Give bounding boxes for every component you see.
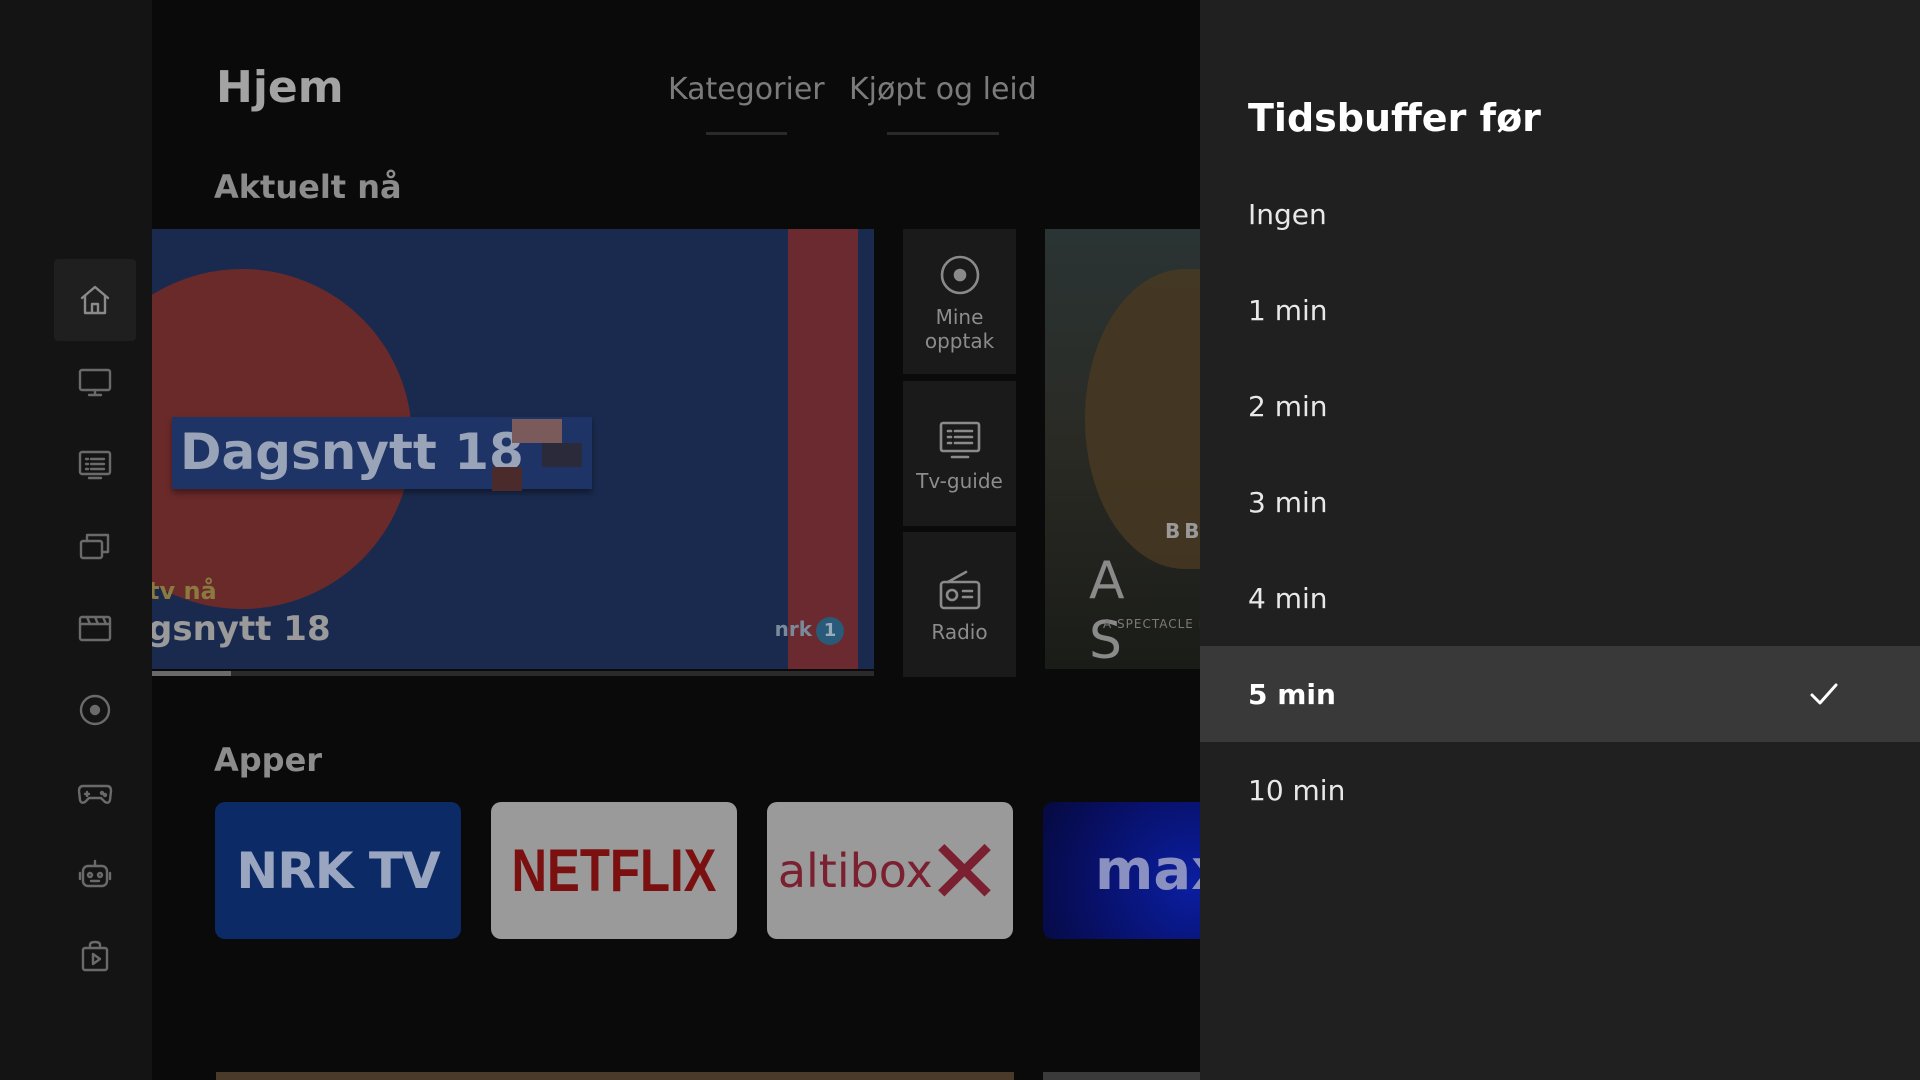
app-logo-text: NETFLIX (511, 837, 717, 904)
hero-glitch (492, 467, 522, 491)
promo-title: A S (1089, 551, 1139, 669)
rail-item-tv[interactable] (54, 341, 136, 423)
hero-artwork-stripe (788, 229, 858, 669)
shortcut-radio[interactable]: Radio (903, 532, 1016, 677)
next-row-card-peek (216, 1072, 1014, 1080)
featured-program-card[interactable]: Dagsnytt 18 tv nå gsnytt 18 nrk 1 (152, 229, 874, 669)
live-label: tv nå (152, 577, 217, 605)
tv-guide-icon (78, 450, 112, 480)
option-label: 1 min (1248, 293, 1328, 327)
app-tile-netflix[interactable]: NETFLIX (491, 802, 737, 939)
option-4-min[interactable]: 4 min (1200, 550, 1920, 646)
option-label: 5 min (1248, 677, 1336, 711)
app-tile-nrk-tv[interactable]: NRK TV (215, 802, 461, 939)
shortcut-label: Mine opptak (924, 304, 995, 353)
option-10-min[interactable]: 10 min (1200, 742, 1920, 838)
option-none[interactable]: Ingen (1200, 166, 1920, 262)
radio-icon (939, 570, 980, 609)
tab-purchased-rented[interactable]: Kjøpt og leid (849, 72, 1037, 135)
program-progress-bar (152, 671, 874, 676)
promo-subtitle: A SPECTACLE L (1103, 617, 1200, 631)
rail-item-home[interactable] (54, 259, 136, 341)
hero-banner-text: Dagsnytt 18 (180, 423, 524, 481)
option-label: Ingen (1248, 197, 1327, 231)
option-5-min[interactable]: 5 min (1200, 646, 1920, 742)
rail-item-movies[interactable] (54, 587, 136, 669)
tv-guide-icon (939, 421, 980, 458)
rail-item-tv-guide[interactable] (54, 423, 136, 505)
option-label: 10 min (1248, 773, 1346, 807)
tv-icon (78, 368, 112, 397)
store-icon (81, 940, 109, 972)
home-screen: Hjem Kategorier Kjøpt og leid Aktuelt nå… (152, 0, 1200, 1080)
shortcut-label: Tv-guide (916, 468, 1003, 493)
rail-item-kids[interactable] (54, 833, 136, 915)
recordings-icon (79, 694, 111, 726)
screen: Hjem Kategorier Kjøpt og leid Aktuelt nå… (0, 0, 1920, 1080)
option-1-min[interactable]: 1 min (1200, 262, 1920, 358)
option-label: 2 min (1248, 389, 1328, 423)
shortcut-label: Radio (931, 619, 988, 644)
option-label: 4 min (1248, 581, 1328, 615)
panel-header: Tidsbuffer før (1200, 0, 1920, 165)
program-title: gsnytt 18 (152, 609, 331, 649)
shortcut-tv-guide[interactable]: Tv-guide (903, 381, 1016, 526)
panel-title: Tidsbuffer før (1248, 96, 1541, 140)
hero-glitch (542, 443, 582, 467)
time-buffer-options: Ingen 1 min 2 min 3 min 4 min 5 min 10 m… (1200, 166, 1920, 838)
app-logo-text: max (1095, 838, 1200, 903)
option-label: 3 min (1248, 485, 1328, 519)
program-progress-fill (152, 671, 232, 676)
app-tile-max[interactable]: max (1043, 802, 1200, 939)
rail-item-store[interactable] (54, 915, 136, 997)
altibox-x-mark: ✕ (926, 820, 1003, 925)
kids-icon (78, 859, 112, 888)
rail-item-recordings[interactable] (54, 669, 136, 751)
app-tile-altibox[interactable]: altibox ✕ (767, 802, 1013, 939)
home-icon (80, 285, 110, 315)
app-logo-text: altibox (777, 843, 933, 898)
next-row-card-peek (1043, 1072, 1200, 1080)
rail-item-games[interactable] (54, 751, 136, 833)
library-icon (79, 533, 110, 560)
tab-categories[interactable]: Kategorier (668, 72, 825, 135)
shortcut-my-recordings[interactable]: Mine opptak (903, 229, 1016, 374)
movies-icon (78, 615, 112, 642)
side-navigation-rail (0, 0, 152, 1080)
section-title-apps: Apper (214, 741, 323, 779)
channel-number: 1 (816, 617, 844, 645)
featured-promo-card[interactable]: BB A S A SPECTACLE L (1045, 229, 1200, 669)
recordings-icon (940, 255, 979, 294)
rail-item-library[interactable] (54, 505, 136, 587)
gamepad-icon (77, 784, 113, 804)
app-logo-text: NRK TV (236, 841, 440, 900)
page-title: Hjem (216, 62, 344, 113)
checkmark-icon (1808, 680, 1840, 708)
channel-logo: nrk 1 (775, 617, 844, 645)
channel-logo-text: nrk (774, 617, 812, 641)
option-3-min[interactable]: 3 min (1200, 454, 1920, 550)
section-title-current: Aktuelt nå (214, 168, 402, 206)
hero-glitch (512, 419, 562, 443)
option-2-min[interactable]: 2 min (1200, 358, 1920, 454)
time-buffer-panel: Tidsbuffer før Ingen 1 min 2 min 3 min 4… (1200, 0, 1920, 1080)
promo-network-logo: BB (1165, 519, 1200, 543)
